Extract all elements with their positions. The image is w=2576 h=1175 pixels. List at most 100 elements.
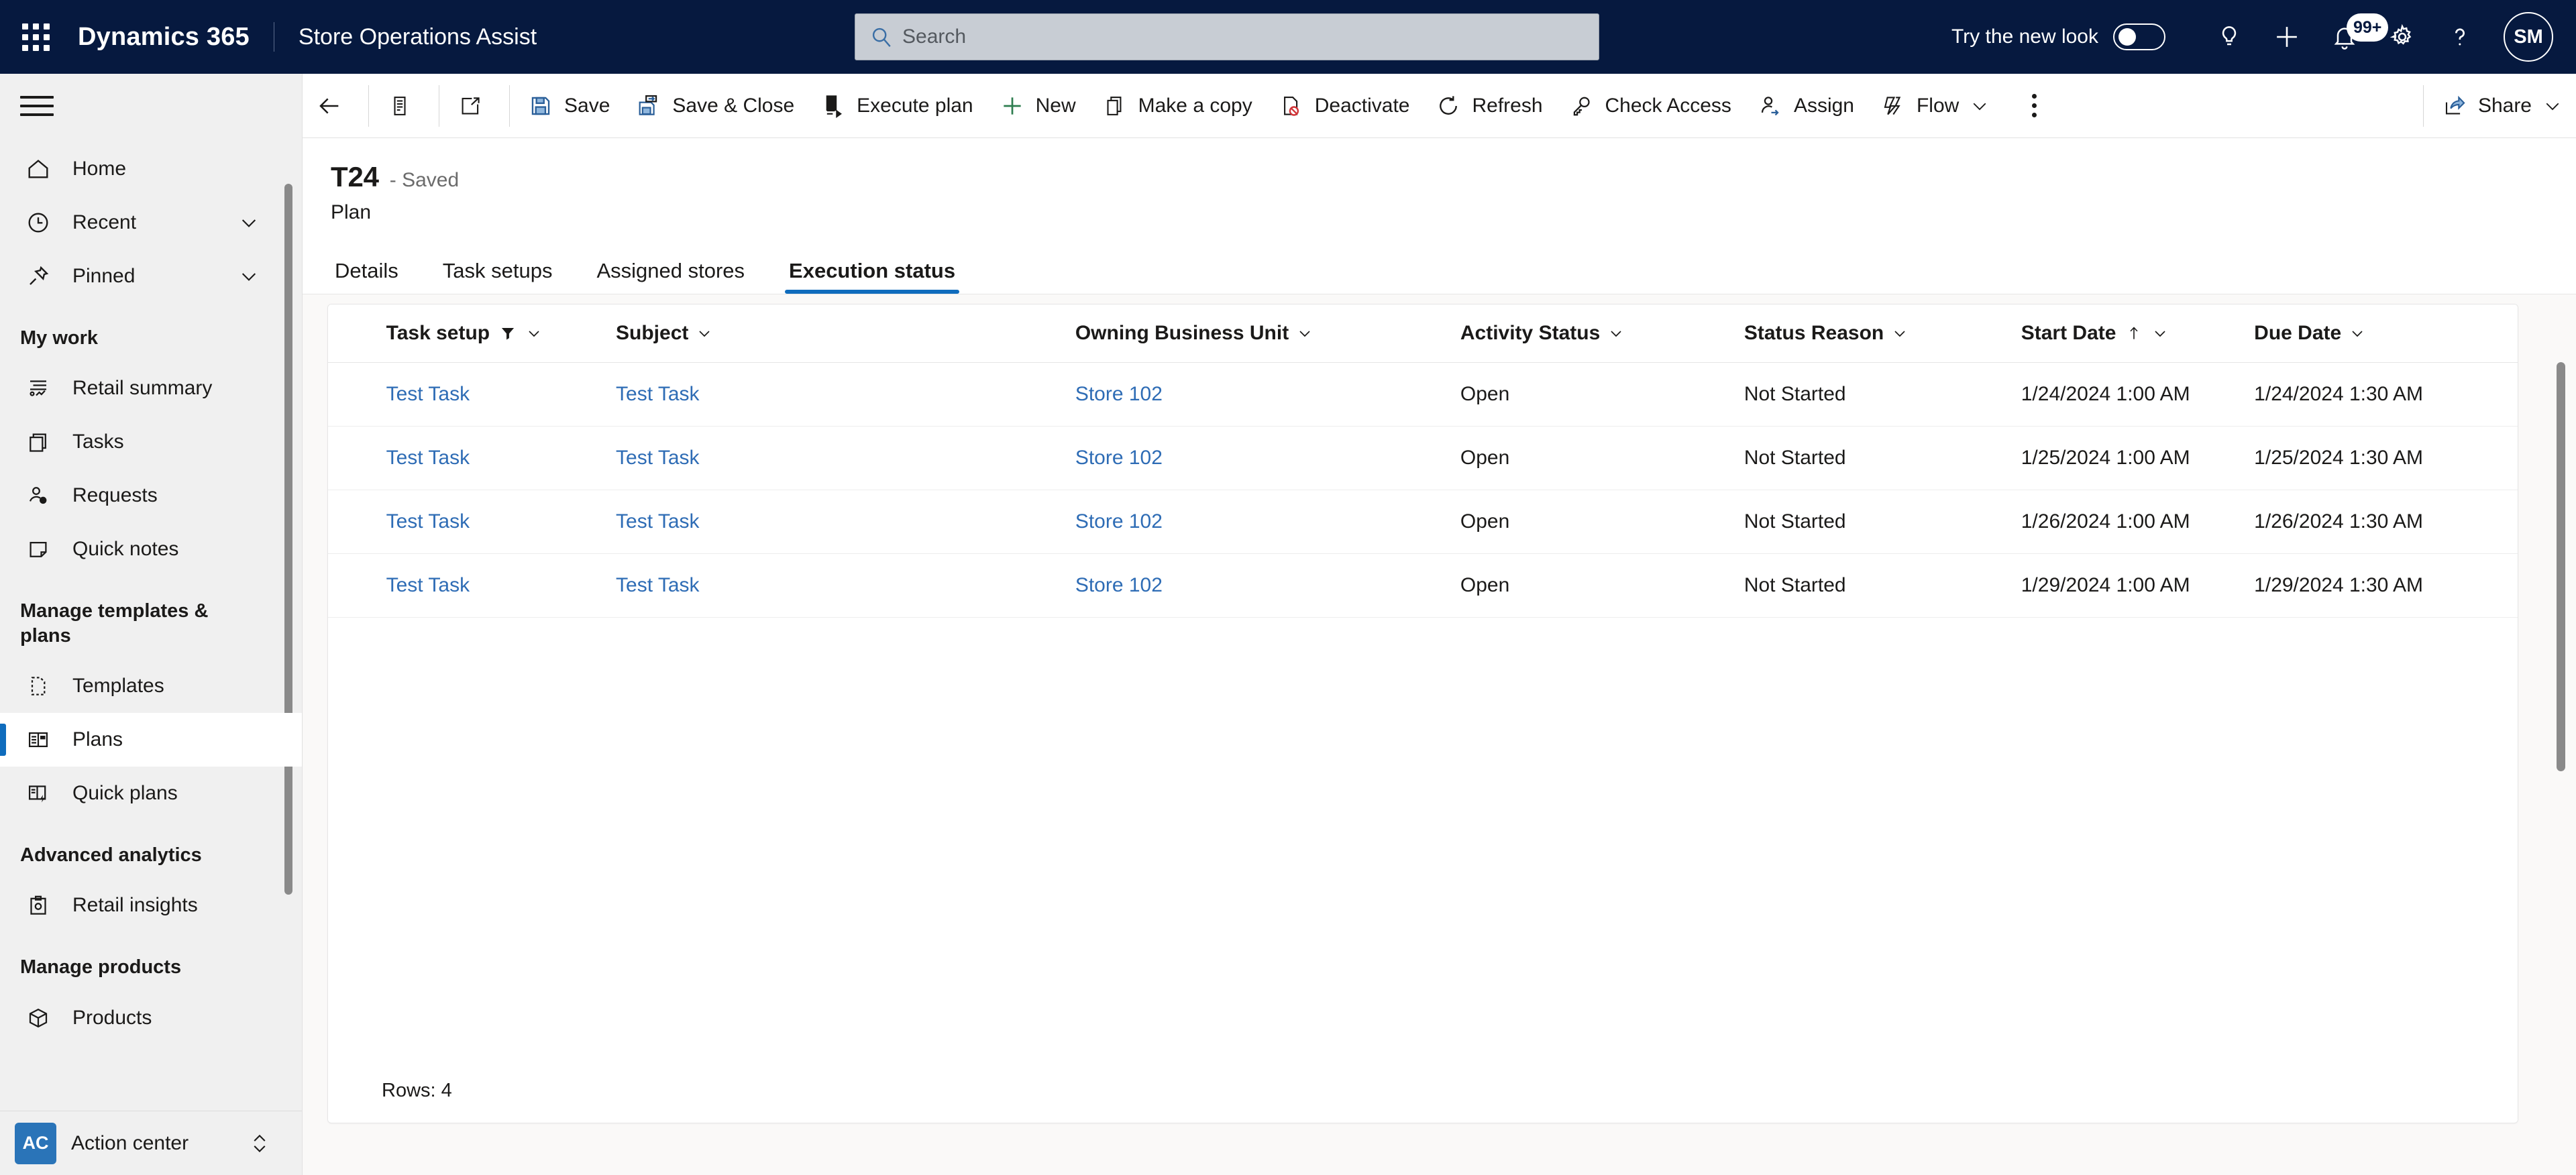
sidebar-item-products[interactable]: Products [0,991,302,1045]
table-row[interactable]: Test Task Test Task Store 102 Open Not S… [328,490,2518,554]
row-select-cell[interactable] [328,490,386,554]
chevron-down-icon[interactable] [2151,324,2169,343]
sidebar-item-templates[interactable]: Templates [0,659,302,713]
column-label: Owning Business Unit [1075,321,1289,344]
cell-task-setup[interactable]: Test Task [386,362,616,427]
cell-task-setup[interactable]: Test Task [386,553,616,618]
sidebar-item-label: Retail insights [72,894,198,917]
column-header-activity-status[interactable]: Activity Status [1460,304,1744,363]
table-row[interactable]: Test Task Test Task Store 102 Open Not S… [328,553,2518,618]
save-and-close-button[interactable]: Save & Close [622,74,806,138]
flow-button[interactable]: Flow [1866,74,2003,138]
check-access-button[interactable]: Check Access [1555,74,1743,138]
chevron-down-icon[interactable] [695,324,714,343]
share-button[interactable]: Share [2428,74,2576,138]
clock-icon [20,208,56,237]
chevron-down-icon[interactable] [237,265,260,288]
table-row[interactable]: Test Task Test Task Store 102 Open Not S… [328,426,2518,490]
cell-subject[interactable]: Test Task [616,553,1075,618]
app-name[interactable]: Store Operations Assist [299,24,537,50]
app-launcher-button[interactable] [15,0,56,74]
chevron-down-icon[interactable] [2541,95,2564,117]
refresh-button[interactable]: Refresh [1421,74,1554,138]
column-header-owning-business-unit[interactable]: Owning Business Unit [1075,304,1460,363]
cell-owning-business-unit[interactable]: Store 102 [1075,426,1460,490]
cell-subject[interactable]: Test Task [616,426,1075,490]
column-header-due-date[interactable]: Due Date [2254,304,2518,363]
cell-owning-business-unit[interactable]: Store 102 [1075,553,1460,618]
chevron-down-icon[interactable] [525,324,543,343]
chevron-down-icon[interactable] [1295,324,1314,343]
sidebar-item-retail-summary[interactable]: Retail summary [0,361,302,415]
pop-out-button[interactable] [443,74,505,138]
command-label: Check Access [1605,94,1731,117]
command-label: Refresh [1472,94,1543,117]
table-row[interactable]: Test Task Test Task Store 102 Open Not S… [328,362,2518,427]
brand-title[interactable]: Dynamics 365 [78,23,250,52]
sidebar-item-pinned[interactable]: Pinned [0,249,302,303]
quick-create-button[interactable] [2258,0,2316,74]
column-header-subject[interactable]: Subject [616,304,1075,363]
tab-task-setups[interactable]: Task setups [439,259,557,294]
sidebar-item-home[interactable]: Home [0,142,302,196]
sidebar-item-label: Products [72,1006,152,1029]
tips-button[interactable] [2200,0,2258,74]
chevron-down-icon[interactable] [2348,324,2367,343]
cell-activity-status: Open [1460,362,1744,427]
chevron-down-icon[interactable] [1890,324,1909,343]
command-label: Share [2477,94,2532,117]
refresh-icon [1434,91,1463,121]
more-commands-button[interactable] [2003,74,2065,138]
sidebar-item-plans[interactable]: Plans [0,713,302,767]
new-look-toggle[interactable] [2113,23,2165,50]
lightbulb-icon [2216,23,2243,50]
sidebar-item-requests[interactable]: ? Requests [0,469,302,522]
cell-task-setup[interactable]: Test Task [386,490,616,554]
filter-icon [498,323,518,343]
tab-assigned-stores[interactable]: Assigned stores [592,259,749,294]
cell-task-setup[interactable]: Test Task [386,426,616,490]
settings-button[interactable] [2373,0,2431,74]
row-select-cell[interactable] [328,426,386,490]
search-input[interactable]: Search [855,13,1599,60]
column-header-status-reason[interactable]: Status Reason [1743,304,2021,363]
column-header-start-date[interactable]: Start Date [2021,304,2255,363]
notifications-button[interactable]: 99+ [2316,0,2389,74]
tab-execution-status[interactable]: Execution status [785,259,960,294]
form-selector-button[interactable] [373,74,435,138]
make-a-copy-button[interactable]: Make a copy [1088,74,1265,138]
help-button[interactable] [2431,0,2489,74]
execute-plan-button[interactable]: Execute plan [806,74,985,138]
row-select-cell[interactable] [328,553,386,618]
chevron-down-icon[interactable] [237,211,260,234]
sidebar-item-recent[interactable]: Recent [0,196,302,249]
cell-subject[interactable]: Test Task [616,490,1075,554]
deactivate-button[interactable]: Deactivate [1265,74,1422,138]
cell-owning-business-unit[interactable]: Store 102 [1075,362,1460,427]
chevron-down-icon[interactable] [1607,324,1625,343]
avatar[interactable]: SM [2504,12,2553,62]
cell-subject[interactable]: Test Task [616,362,1075,427]
row-select-cell[interactable] [328,362,386,427]
new-button[interactable]: New [985,74,1088,138]
action-center-button[interactable]: AC Action center [0,1111,302,1175]
hamburger-menu-button[interactable] [20,93,54,119]
assign-button[interactable]: Assign [1743,74,1866,138]
sidebar-item-quick-plans[interactable]: Quick plans [0,767,302,820]
cell-owning-business-unit[interactable]: Store 102 [1075,490,1460,554]
sidebar-item-retail-insights[interactable]: Retail insights [0,879,302,932]
back-button[interactable] [303,74,364,138]
page-scrollbar[interactable] [2557,362,2565,771]
cell-due-date: 1/25/2024 1:30 AM [2254,426,2518,490]
sidebar-item-tasks[interactable]: Tasks [0,415,302,469]
column-header-task-setup[interactable]: Task setup [386,304,616,363]
chevron-up-down-icon[interactable] [248,1129,271,1158]
tab-details[interactable]: Details [331,259,402,294]
save-button[interactable]: Save [514,74,622,138]
select-all-header[interactable] [328,304,386,363]
chevron-down-icon[interactable] [1968,95,1991,117]
grid-table: Task setup Subject Owning Business Unit … [328,304,2518,618]
search-icon [870,25,893,48]
note-icon [20,535,56,564]
sidebar-item-quick-notes[interactable]: Quick notes [0,522,302,576]
